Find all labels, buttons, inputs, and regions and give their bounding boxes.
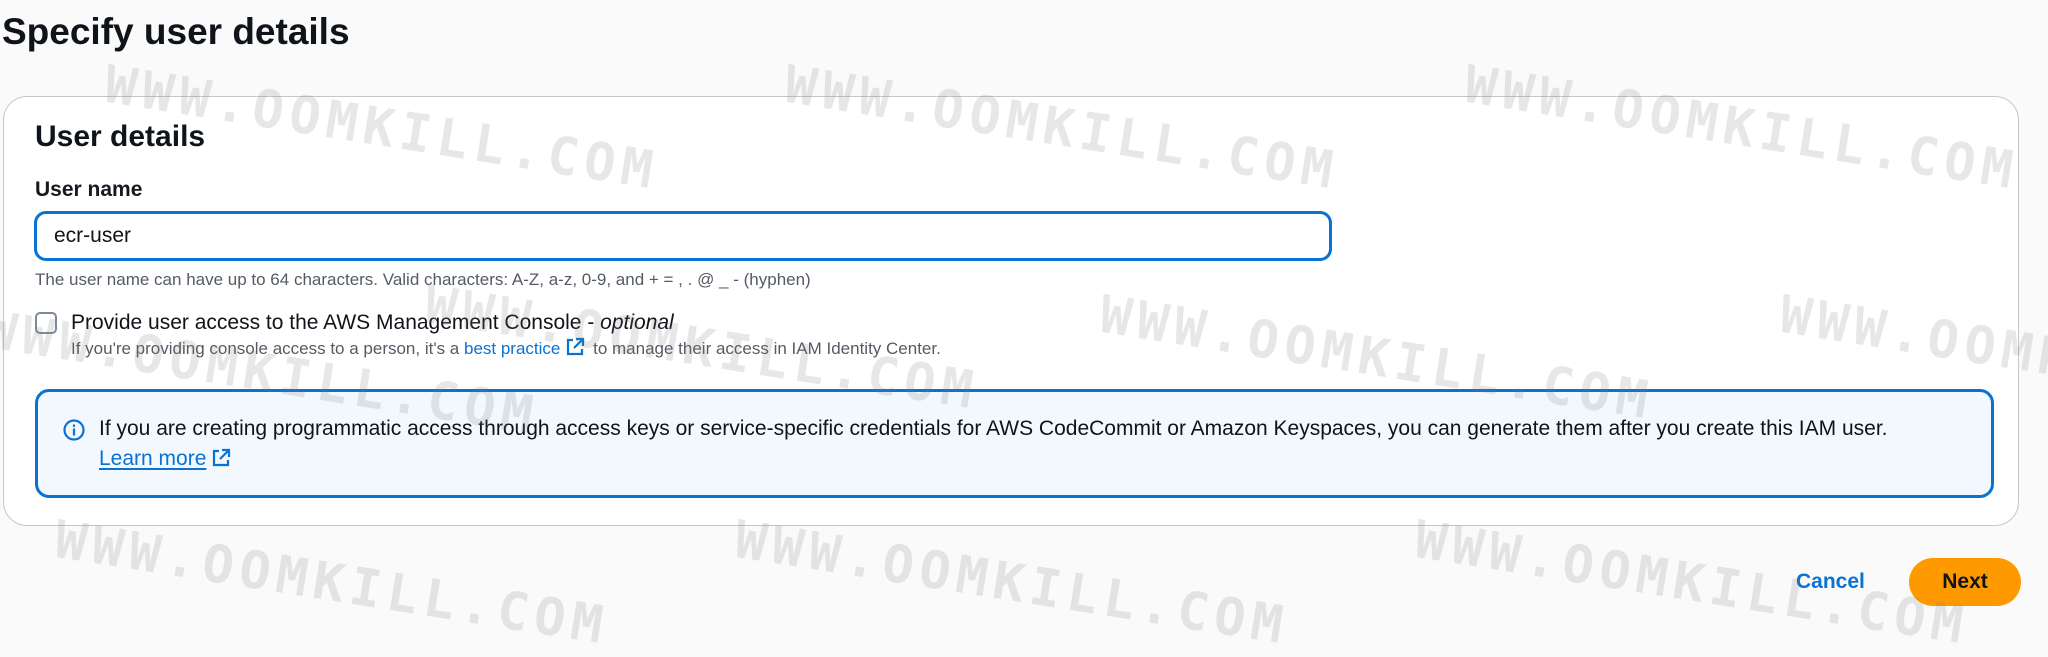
console-access-label-text: Provide user access to the AWS Managemen… [71, 311, 601, 334]
next-button[interactable]: Next [1909, 558, 2021, 606]
page-title: Specify user details [2, 11, 350, 52]
watermark: WWW.OOMKILL.COM [50, 510, 613, 657]
external-link-icon[interactable] [211, 447, 231, 477]
console-access-desc-after: to manage their access in IAM Identity C… [588, 339, 941, 358]
info-alert-text: If you are creating programmatic access … [99, 414, 1888, 477]
user-name-constraint: The user name can have up to 64 characte… [35, 270, 811, 289]
info-icon [63, 419, 85, 446]
learn-more-link[interactable]: Learn more [99, 447, 206, 470]
info-alert-message: If you are creating programmatic access … [99, 417, 1888, 440]
console-access-description: If you're providing console access to a … [71, 337, 941, 364]
user-details-container: User details User name The user name can… [3, 96, 2019, 526]
console-access-desc-before: If you're providing console access to a … [71, 339, 464, 358]
container-title: User details [35, 120, 206, 153]
cancel-button[interactable]: Cancel [1780, 560, 1881, 604]
user-name-label: User name [35, 178, 143, 201]
watermark: WWW.OOMKILL.COM [730, 510, 1293, 657]
user-name-input[interactable] [34, 211, 1332, 261]
info-alert: If you are creating programmatic access … [35, 389, 1994, 498]
console-access-label[interactable]: Provide user access to the AWS Managemen… [71, 309, 941, 337]
console-access-checkbox[interactable] [35, 312, 57, 334]
console-access-option[interactable]: Provide user access to the AWS Managemen… [35, 309, 941, 364]
best-practice-link[interactable]: best practice [464, 339, 560, 358]
external-link-icon[interactable] [565, 337, 585, 364]
optional-tag: optional [600, 311, 674, 334]
watermark: WWW.OOMKILL.COM [1410, 510, 1973, 657]
